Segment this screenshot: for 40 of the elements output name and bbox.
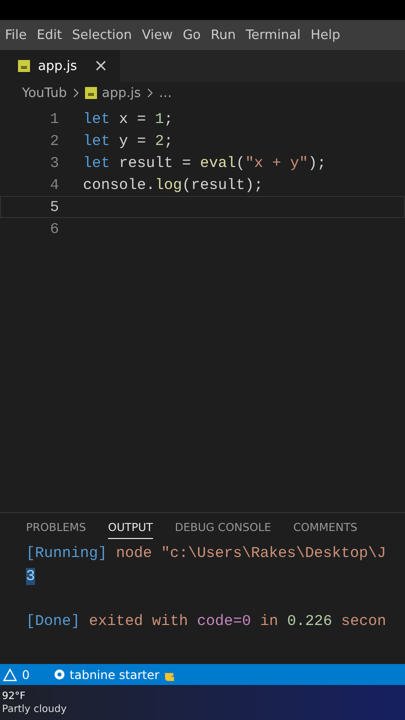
line-number: 6 xyxy=(48,220,60,238)
menu-item[interactable]: Help xyxy=(308,28,348,42)
tabnine-icon xyxy=(54,669,65,680)
code-text: let result = eval("x + y"); xyxy=(83,154,326,172)
extension-status[interactable]: tabnine starter xyxy=(70,668,160,682)
panel-tab[interactable]: DEBUG CONSOLE xyxy=(174,517,272,539)
weather-text[interactable]: Partly cloudy xyxy=(2,702,405,716)
output-text: [Done] exited with code=0 in 0.226 secon xyxy=(26,612,386,630)
menu-item[interactable]: Edit xyxy=(34,28,69,42)
chevron-icon xyxy=(146,87,154,99)
temperature[interactable]: 92°F xyxy=(2,690,405,702)
file-tab[interactable]: app.js × xyxy=(0,50,120,82)
code-text: console.log(result); xyxy=(83,176,264,194)
code-text: let y = 2; xyxy=(83,132,174,150)
line-number: 2 xyxy=(48,132,60,150)
menu-item[interactable]: Selection xyxy=(68,28,139,42)
line-number: 1 xyxy=(48,110,60,128)
chevron-icon xyxy=(72,87,80,99)
breadcrumb-item[interactable]: app.js xyxy=(102,86,141,100)
output-text: 3 xyxy=(26,568,36,584)
menu-item[interactable]: Terminal xyxy=(242,28,308,42)
js-file-icon xyxy=(18,60,30,72)
close-icon[interactable]: × xyxy=(94,56,108,76)
breadcrumb-item[interactable]: YouTub xyxy=(22,86,67,100)
menu-item[interactable]: Run xyxy=(208,28,243,42)
warning-count[interactable]: 0 xyxy=(22,668,30,682)
line-number: 3 xyxy=(48,154,60,172)
menu-item[interactable]: View xyxy=(138,28,180,42)
code-text: let x = 1; xyxy=(83,110,174,128)
menu-item[interactable]: File xyxy=(2,28,34,42)
menu-item[interactable]: Go xyxy=(180,28,208,42)
output-text: [Running] node "c:\Users\Rakes\Desktop\J xyxy=(26,545,386,562)
js-file-icon xyxy=(84,87,97,99)
line-number: 5 xyxy=(48,198,60,216)
breadcrumb-item[interactable]: … xyxy=(158,86,172,100)
line-number: 4 xyxy=(48,176,60,194)
panel-tab[interactable]: OUTPUT xyxy=(108,517,153,539)
panel-tab[interactable]: PROBLEMS xyxy=(26,517,86,539)
warning-icon xyxy=(3,668,17,682)
panel-tab[interactable]: COMMENTS xyxy=(293,517,358,539)
